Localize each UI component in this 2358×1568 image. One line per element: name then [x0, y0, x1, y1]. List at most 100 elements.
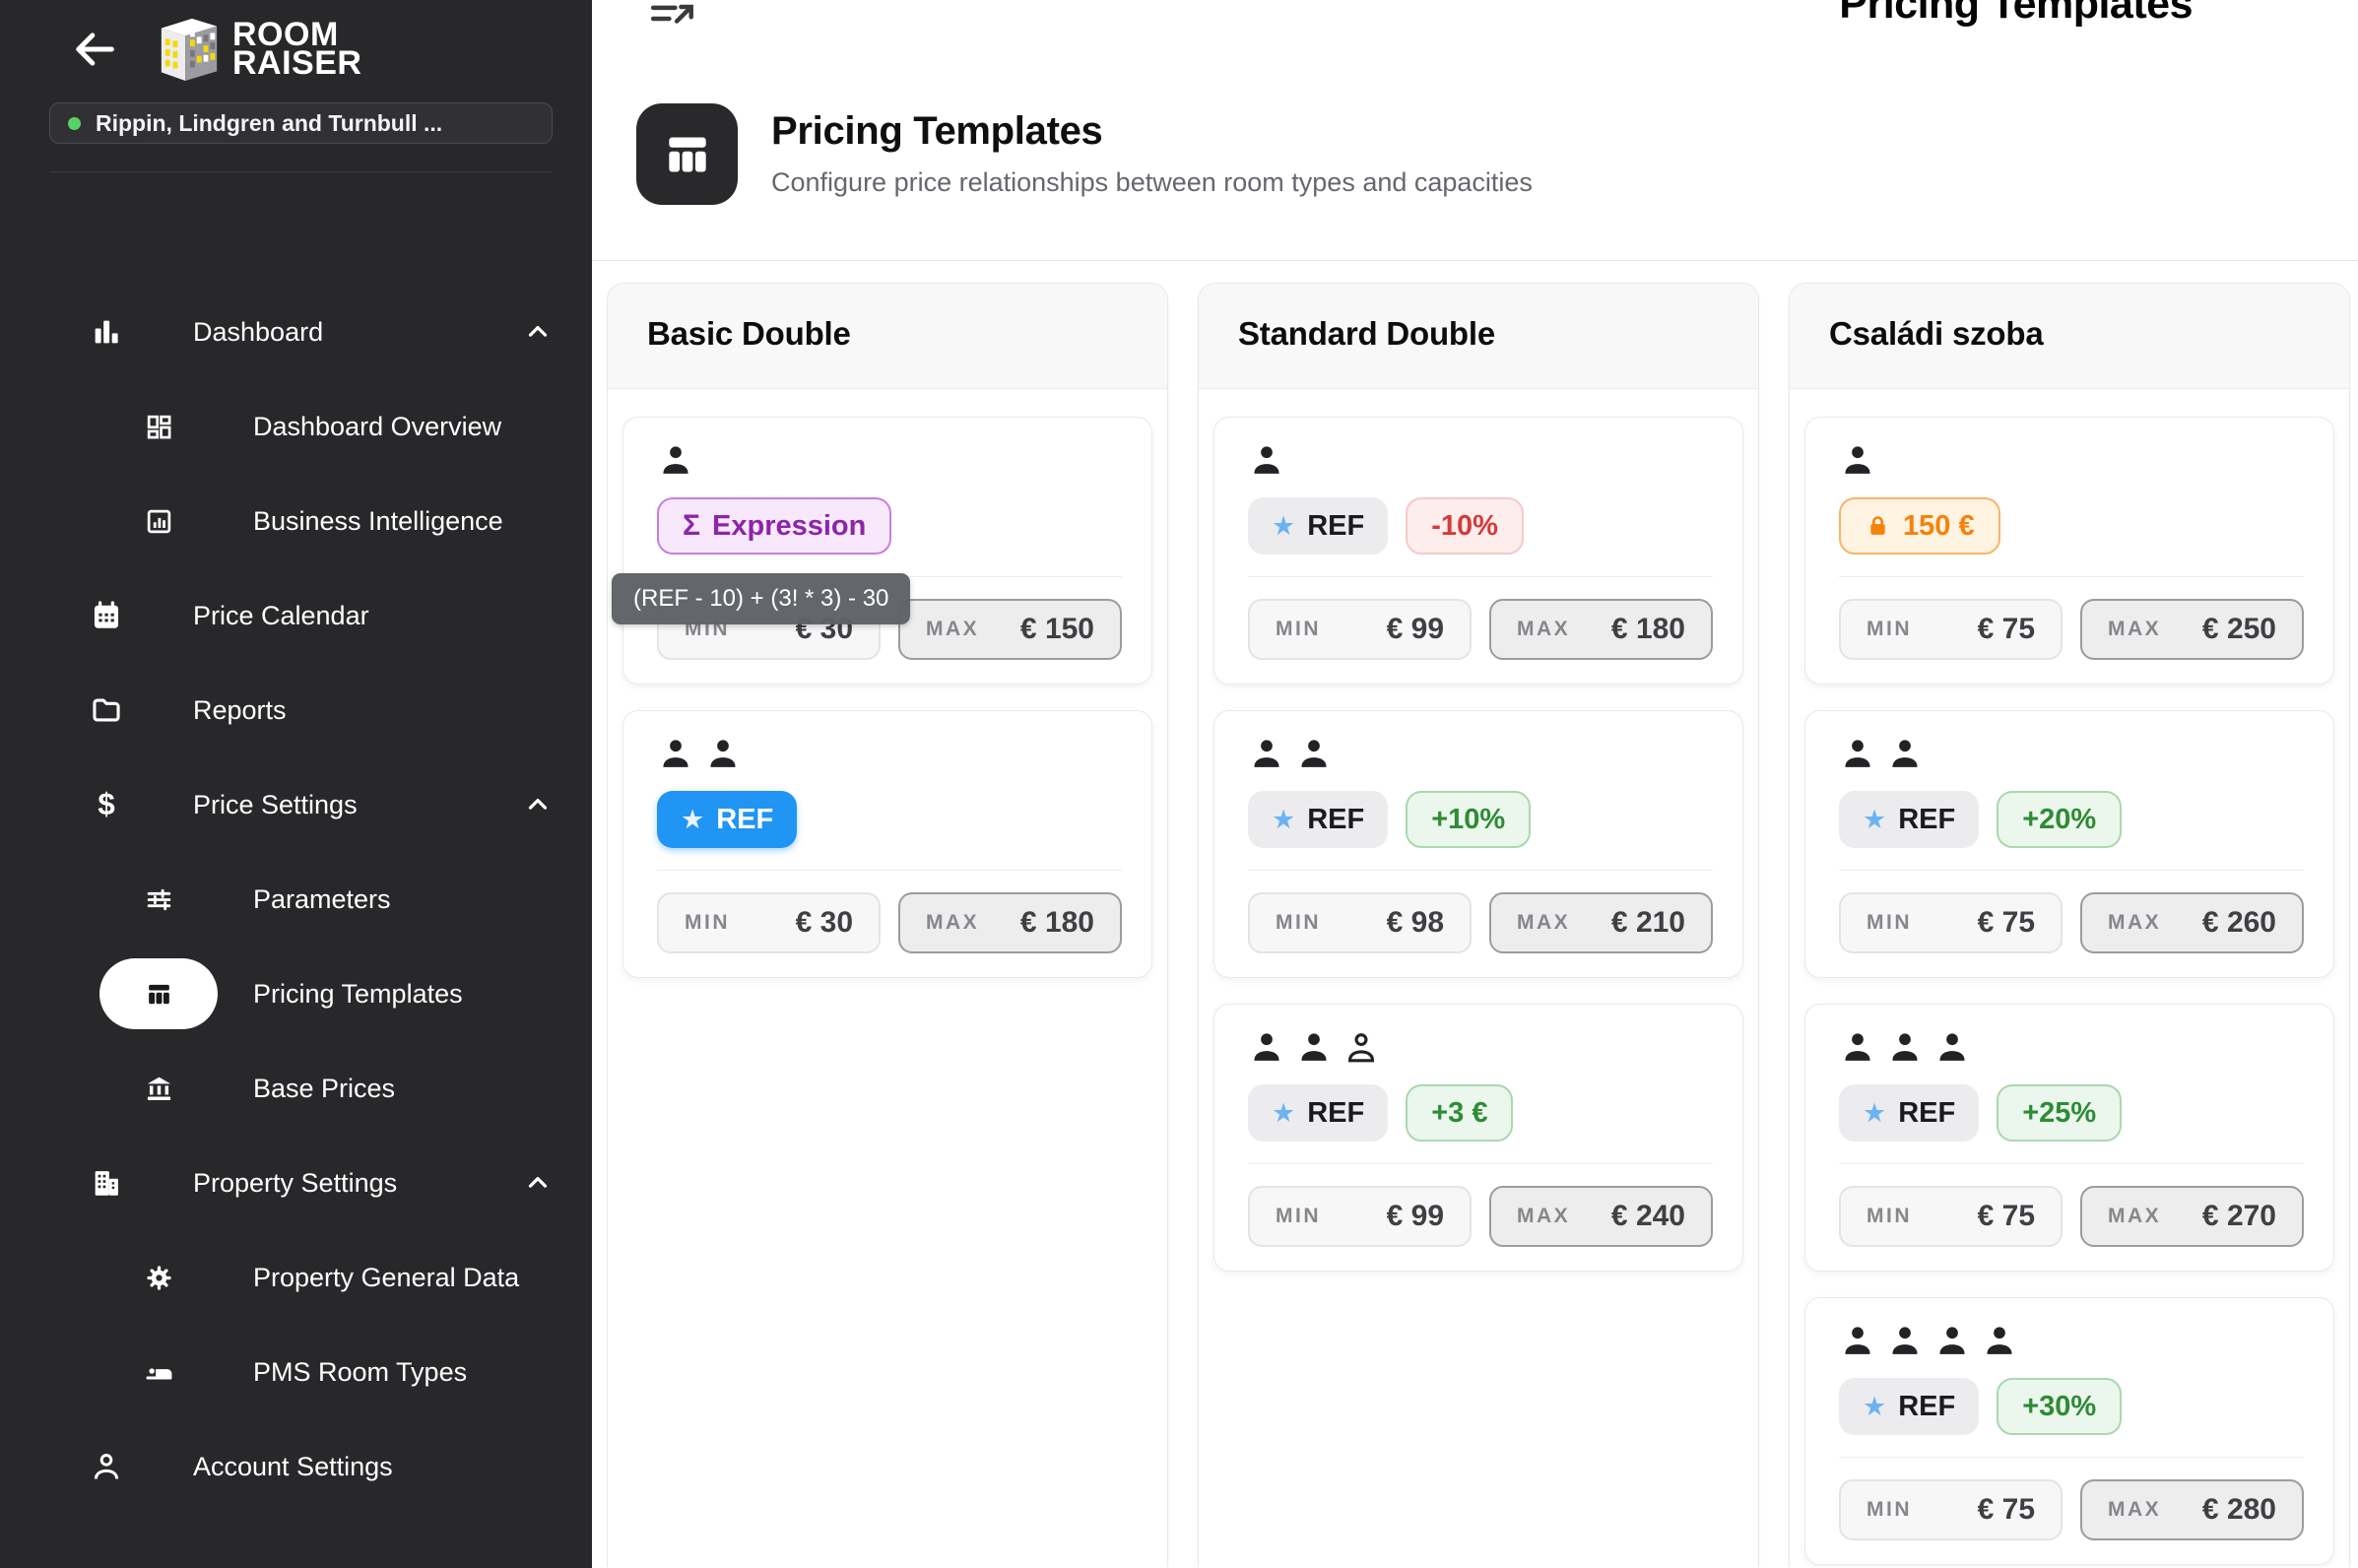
max-price-input[interactable]: MAX€ 250 — [2080, 599, 2304, 660]
sidebar-item-price-settings[interactable]: $Price Settings — [49, 769, 553, 840]
person-icon — [1839, 735, 1876, 777]
tune-icon — [99, 864, 218, 935]
price-label: MIN — [1276, 618, 1321, 641]
room-type-card: Családi szoba150 €MIN€ 75MAX€ 250★REF+20… — [1789, 283, 2350, 1567]
price-label: MIN — [1867, 1205, 1912, 1228]
ref-badge[interactable]: ★REF — [1248, 497, 1388, 555]
badge-label: +10% — [1431, 804, 1505, 836]
min-price-input[interactable]: MIN€ 99 — [1248, 599, 1472, 660]
min-max-row: MIN€ 99 MAX€ 180 — [1248, 599, 1713, 660]
sidebar-item-price-calendar[interactable]: Price Calendar — [49, 580, 553, 651]
sidebar-item-pricing-templates[interactable]: Pricing Templates — [49, 958, 553, 1029]
max-price-input[interactable]: MAX€ 280 — [2080, 1479, 2304, 1540]
sidebar-item-property-general-data[interactable]: Property General Data — [49, 1242, 553, 1313]
person-icon — [1933, 1322, 1971, 1364]
star-icon: ★ — [1863, 1100, 1886, 1127]
max-price-input[interactable]: MAX€ 210 — [1489, 892, 1713, 953]
min-price-input[interactable]: MIN€ 99 — [1248, 1186, 1472, 1247]
badge-label: +30% — [2022, 1391, 2096, 1423]
max-price-input[interactable]: MAX€ 150 — [898, 599, 1122, 660]
min-price-input[interactable]: MIN€ 75 — [1839, 892, 2063, 953]
max-price-input[interactable]: MAX€ 270 — [2080, 1186, 2304, 1247]
min-price-input[interactable]: MIN € 75 — [1839, 1186, 2063, 1247]
min-max-row: MIN€ 75 MAX€ 260 — [1839, 892, 2304, 953]
ref-badge[interactable]: ★REF — [1248, 791, 1388, 848]
negative-badge[interactable]: -10% — [1406, 497, 1524, 555]
sidebar-item-dashboard[interactable]: Dashboard — [49, 296, 553, 367]
expression-badge[interactable]: ΣExpression — [657, 497, 891, 555]
sidebar-item-parameters[interactable]: Parameters — [49, 864, 553, 935]
min-price-input[interactable]: MIN€ 98 — [1248, 892, 1472, 953]
price-value: € 75 — [1978, 1200, 2035, 1233]
page-header: Pricing Templates Configure price relati… — [636, 103, 2358, 205]
positive-badge[interactable]: +30% — [1997, 1378, 2122, 1435]
max-price-input[interactable]: MAX€ 260 — [2080, 892, 2304, 953]
locked-badge[interactable]: 150 € — [1839, 497, 2000, 555]
occupancy-icons — [1248, 735, 1713, 777]
badge-label: -10% — [1431, 510, 1498, 543]
min-price-input[interactable]: MIN€ 75 — [1839, 599, 2063, 660]
positive-badge[interactable]: +3 € — [1406, 1084, 1513, 1142]
dollar-icon: $ — [89, 788, 124, 821]
min-price-input[interactable]: MIN€ 30 — [657, 892, 881, 953]
price-label: MAX — [2108, 911, 2161, 935]
person-icon — [1839, 1028, 1876, 1071]
lock-icon — [1865, 513, 1891, 540]
positive-badge[interactable]: +10% — [1406, 791, 1531, 848]
ref-badge[interactable]: ★REF — [1839, 791, 1979, 848]
badges-row: ΣExpression — [657, 497, 1122, 555]
ref-badge[interactable]: ★REF — [1248, 1084, 1388, 1142]
row-divider — [657, 870, 1122, 871]
price-value: € 180 — [1020, 906, 1094, 940]
positive-badge[interactable]: +25% — [1997, 1084, 2122, 1142]
person-icon — [1886, 735, 1924, 777]
room-type-card: Basic DoubleΣExpressionMIN€ 30MAX€ 150(R… — [607, 283, 1168, 1567]
bed-icon — [99, 1337, 218, 1407]
sidebar-item-label: Property General Data — [253, 1260, 519, 1295]
ref-badge[interactable]: ★REF — [1839, 1084, 1979, 1142]
sidebar-item-label: Dashboard Overview — [253, 409, 501, 444]
chevron-up-icon — [523, 1168, 553, 1198]
person-icon — [1248, 735, 1285, 777]
row-divider — [1248, 576, 1713, 577]
app-window: ROOM RAISER Rippin, Lindgren and Turnbul… — [0, 0, 2358, 1568]
sidebar-item-base-prices[interactable]: Base Prices — [49, 1053, 553, 1124]
badge-label: +25% — [2022, 1097, 2096, 1130]
room-type-body: ΣExpressionMIN€ 30MAX€ 150(REF - 10) + (… — [608, 389, 1167, 993]
sidebar-item-pms-room-types[interactable]: PMS Room Types — [49, 1337, 553, 1407]
sidebar-item-account-settings[interactable]: Account Settings — [49, 1431, 553, 1502]
sidebar-item-reports[interactable]: Reports — [49, 675, 553, 746]
max-price-input[interactable]: MAX€ 240 — [1489, 1186, 1713, 1247]
capacity-row-card: ★REF -10% MIN€ 99 MAX€ 180 — [1213, 417, 1743, 685]
capacity-row-card: ★REF +25% MIN € 75 MAX€ 270 — [1804, 1004, 2334, 1272]
price-value: € 75 — [1978, 1493, 2035, 1527]
max-price-input[interactable]: MAX€ 180 — [898, 892, 1122, 953]
capacity-row-card: 150 € MIN€ 75 MAX€ 250 — [1804, 417, 2334, 685]
min-price-input[interactable]: MIN€ 75 — [1839, 1479, 2063, 1540]
min-max-row: MIN€ 75 MAX€ 280 — [1839, 1479, 2304, 1540]
price-label: MIN — [1276, 911, 1321, 935]
max-price-input[interactable]: MAX€ 180 — [1489, 599, 1713, 660]
capacity-row-card: ★REF MIN€ 30 MAX€ 180 — [622, 710, 1152, 978]
room-type-header: Basic Double — [608, 284, 1167, 389]
menu-open-icon[interactable] — [648, 0, 695, 30]
price-label: MAX — [2108, 618, 2161, 641]
sidebar-item-property-settings[interactable]: Property Settings — [49, 1147, 553, 1218]
badge-label: REF — [1307, 1097, 1364, 1130]
sidebar-top: ROOM RAISER — [49, 14, 553, 85]
ref-badge[interactable]: ★REF — [1839, 1378, 1979, 1435]
page-subtitle: Configure price relationships between ro… — [771, 167, 1533, 198]
positive-badge[interactable]: +20% — [1997, 791, 2122, 848]
min-max-row: MIN€ 98 MAX€ 210 — [1248, 892, 1713, 953]
occupancy-icons — [1839, 1028, 2304, 1071]
sidebar-item-dashboard-overview[interactable]: Dashboard Overview — [49, 391, 553, 462]
back-button[interactable] — [67, 22, 122, 77]
room-type-header: Családi szoba — [1790, 284, 2349, 389]
ref-primary-badge[interactable]: ★REF — [657, 791, 797, 848]
property-selector[interactable]: Rippin, Lindgren and Turnbull ... — [49, 102, 553, 144]
price-value: € 30 — [796, 906, 853, 940]
badge-label: +3 € — [1431, 1097, 1487, 1130]
price-value: € 150 — [1020, 613, 1094, 646]
row-divider — [1839, 1163, 2304, 1164]
sidebar-item-business-intelligence[interactable]: Business Intelligence — [49, 486, 553, 556]
